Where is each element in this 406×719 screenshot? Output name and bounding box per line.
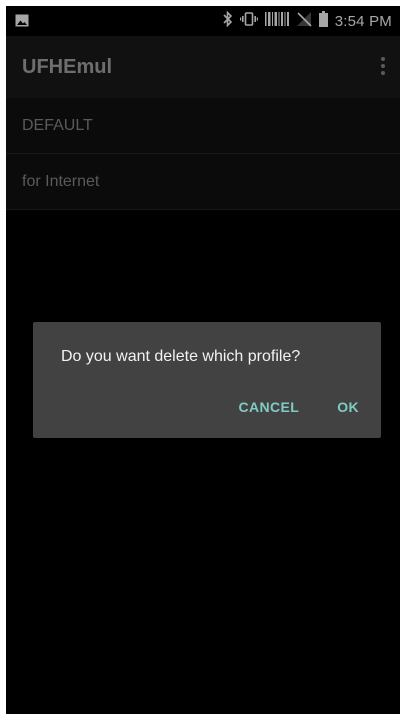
cancel-button[interactable]: CANCEL [238, 399, 299, 415]
dialog-message: Do you want delete which profile? [61, 348, 301, 365]
delete-profile-dialog: Do you want delete which profile? CANCEL… [33, 322, 381, 438]
ok-button[interactable]: OK [337, 399, 359, 415]
app-screen: 3:54 PM UFHEmul DEFAULT for Internet Do … [6, 6, 400, 714]
dialog-actions: CANCEL OK [238, 399, 359, 415]
